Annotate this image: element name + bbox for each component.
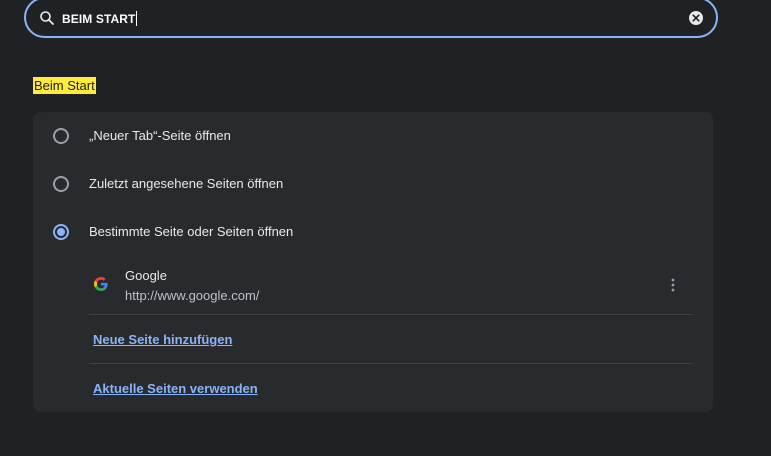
radio-label: Zuletzt angesehene Seiten öffnen [89,176,284,191]
clear-icon[interactable] [688,10,704,26]
add-new-page-link[interactable]: Neue Seite hinzufügen [93,332,232,347]
search-input[interactable]: BEIM START [62,11,138,26]
radio-label: Bestimmte Seite oder Seiten öffnen [89,224,294,239]
divider [89,314,693,315]
search-input-value: BEIM START [62,12,136,26]
search-icon [40,11,54,25]
radio-button-checked[interactable] [53,224,69,240]
radio-option-continue[interactable]: Zuletzt angesehene Seiten öffnen [33,160,713,208]
divider [89,363,693,364]
radio-button[interactable] [53,176,69,192]
text-caret [136,11,138,26]
startup-page-url: http://www.google.com/ [125,288,260,303]
startup-page-title: Google [125,268,167,283]
search-field[interactable]: BEIM START [24,0,718,38]
settings-page: BEIM START Beim Start „Neuer Tab“-Seite … [0,0,771,456]
startup-settings-card: „Neuer Tab“-Seite öffnen Zuletzt angeseh… [33,112,713,412]
use-current-pages-link[interactable]: Aktuelle Seiten verwenden [93,381,258,396]
section-title-on-startup: Beim Start [33,77,96,94]
radio-option-new-tab[interactable]: „Neuer Tab“-Seite öffnen [33,112,713,160]
radio-label: „Neuer Tab“-Seite öffnen [89,128,231,143]
google-favicon-icon [94,277,108,291]
more-vert-icon[interactable] [665,276,681,294]
startup-page-entry: Google http://www.google.com/ [89,262,693,314]
radio-option-specific-pages[interactable]: Bestimmte Seite oder Seiten öffnen [33,208,713,256]
radio-button[interactable] [53,128,69,144]
